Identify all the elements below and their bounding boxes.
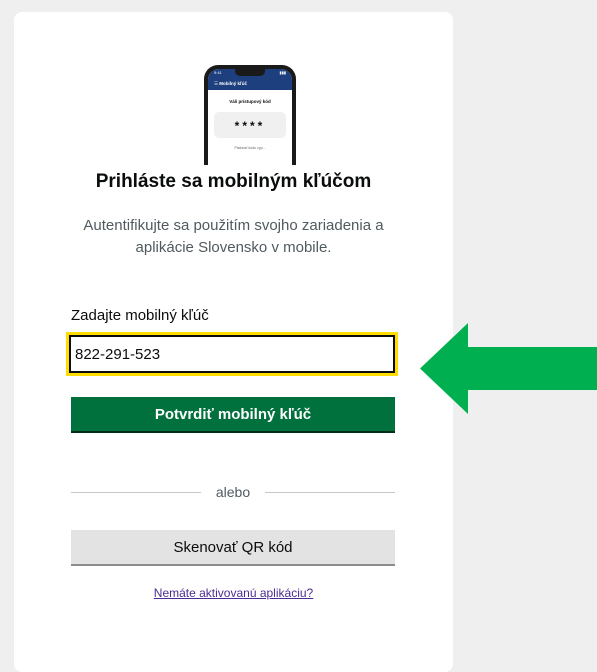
phone-frame: 9:41 ▮▮▮ ☰ Mobilný kľúč Váš prístupový k… [204, 65, 296, 165]
phone-code-label: Váš prístupový kód [229, 99, 271, 104]
left-arrow-icon [420, 323, 597, 414]
phone-screen: 9:41 ▮▮▮ ☰ Mobilný kľúč Váš prístupový k… [208, 69, 292, 165]
page-subtitle: Autentifikujte sa použitím svojho zariad… [83, 217, 384, 256]
page-title: Prihláste sa mobilným kľúčom [95, 171, 372, 192]
mobile-key-input[interactable] [66, 332, 398, 376]
scan-qr-code-button[interactable]: Skenovať QR kód [71, 530, 395, 564]
mobile-key-label: Zadajte mobilný kľúč [71, 307, 209, 324]
phone-illustration: 9:41 ▮▮▮ ☰ Mobilný kľúč Váš prístupový k… [204, 65, 296, 165]
phone-header-title: Mobilný kľúč [219, 81, 248, 86]
phone-app-header: ☰ Mobilný kľúč [208, 77, 292, 90]
phone-footer-text: Platnosť kódu vyp... [234, 146, 266, 150]
signal-icon: ▮▮▮ [279, 70, 286, 75]
phone-notch [235, 69, 265, 76]
divider-line-right [265, 492, 395, 493]
phone-code: **** [214, 112, 286, 138]
no-activated-app-link[interactable]: Nemáte aktivovanú aplikáciu? [0, 586, 467, 600]
arrow-shape [420, 323, 597, 414]
confirm-mobile-key-button[interactable]: Potvrdiť mobilný kľúč [71, 397, 395, 431]
phone-status-time: 9:41 [214, 70, 222, 75]
or-divider: alebo [71, 482, 395, 502]
